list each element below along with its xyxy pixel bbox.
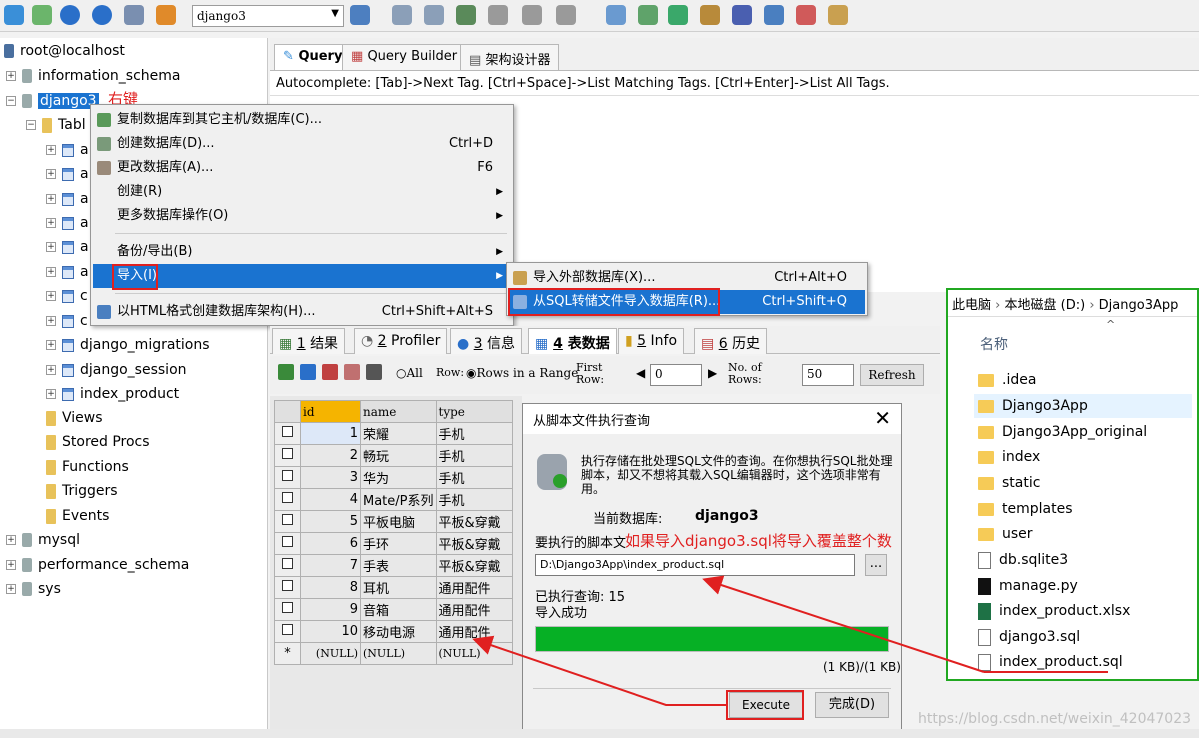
status-bar [0, 729, 1199, 738]
watermark: https://blog.csdn.net/weixin_42047023 [918, 711, 1192, 727]
annotation-arrows [472, 575, 1108, 706]
arrow-to-path [702, 575, 985, 673]
arrow-to-grid [472, 635, 726, 706]
